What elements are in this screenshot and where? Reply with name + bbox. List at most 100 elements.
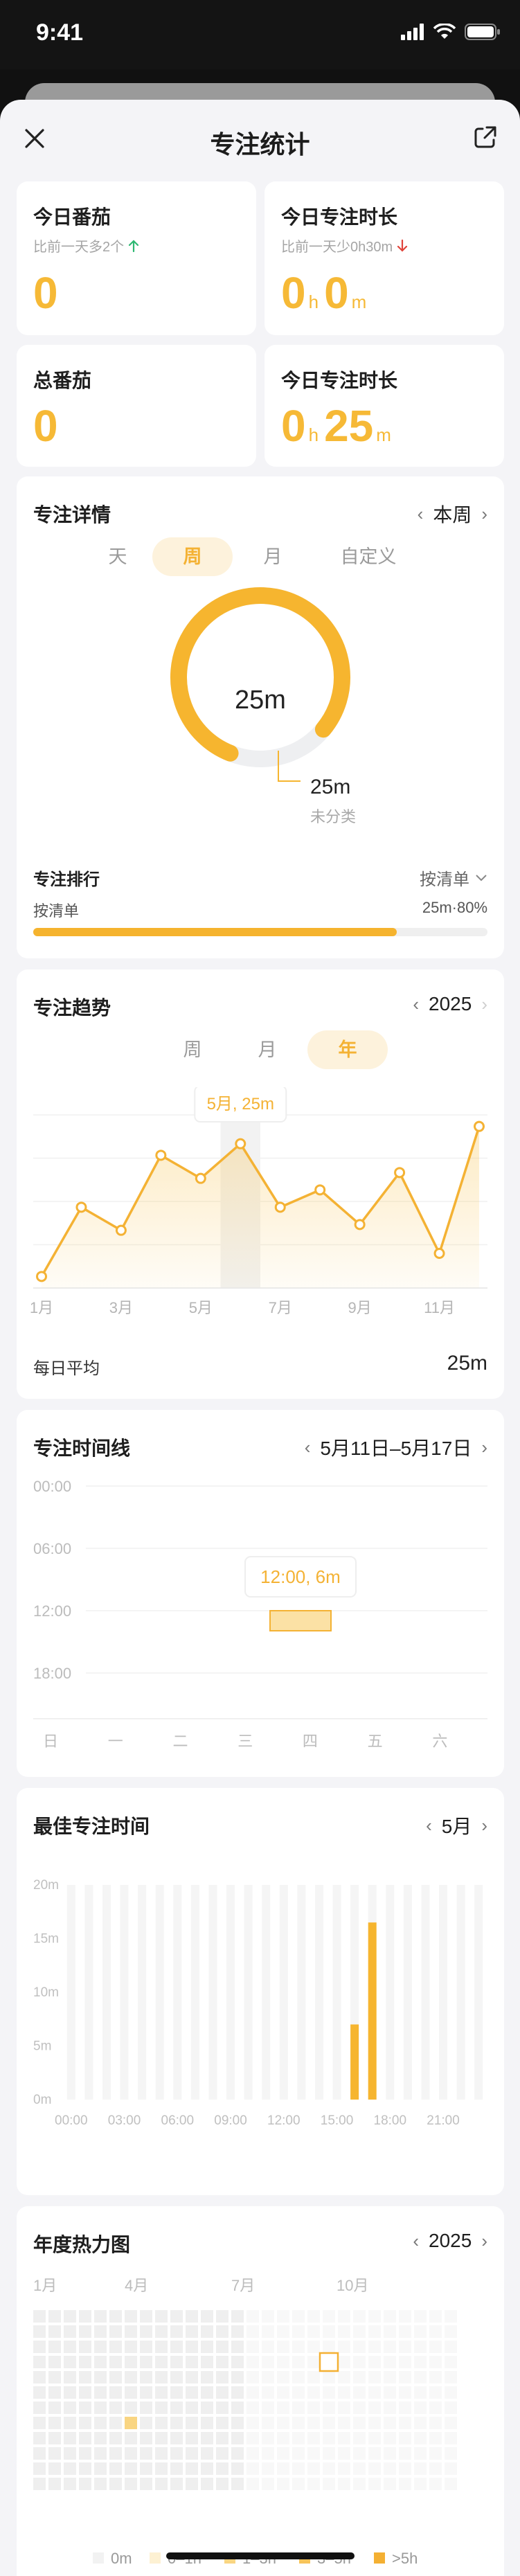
heatmap-cell — [64, 2417, 76, 2429]
next-period-icon[interactable]: › — [481, 503, 487, 525]
heatmap-cell — [338, 2478, 350, 2490]
heatmap-cell — [384, 2462, 396, 2475]
heatmap-cell — [246, 2325, 259, 2338]
heatmap-cell — [48, 2371, 61, 2383]
best-bar-slot-16 — [350, 2024, 359, 2100]
heatmap-cell — [33, 2356, 46, 2368]
heatmap-cell — [170, 2356, 183, 2368]
trend-tab-1[interactable]: 月 — [227, 1030, 307, 1069]
best-bar-track — [403, 1885, 412, 2100]
heatmap-cell — [216, 2310, 228, 2323]
heatmap-cell — [384, 2417, 396, 2429]
ranking-title: 专注排行 — [33, 870, 100, 889]
heatmap-cell — [186, 2310, 198, 2323]
heatmap-cell — [64, 2356, 76, 2368]
today-pomodoro-compare-text: 比前一天多2个 — [33, 240, 125, 255]
next-month-icon[interactable]: › — [481, 1815, 487, 1836]
heatmap-cell — [338, 2371, 350, 2383]
best-time-month: 5月 — [441, 1816, 472, 1837]
heatmap-cell — [307, 2462, 320, 2475]
trend-point-7月 — [274, 1201, 286, 1213]
heatmap-cell — [384, 2371, 396, 2383]
prev-week-icon[interactable]: ‹ — [305, 1437, 311, 1458]
heatmap-cell — [33, 2325, 46, 2338]
heatmap-cell — [170, 2462, 183, 2475]
nav-bar: 专注统计 — [0, 100, 520, 176]
focus-detail-tabs: 天周月自定义 — [83, 537, 424, 576]
trend-point-12月 — [474, 1120, 485, 1132]
annual-heatmap-title: 年度热力图 — [33, 2234, 131, 2255]
detail-tab-1[interactable]: 周 — [152, 537, 233, 576]
heatmap-legend-label: 0m — [111, 2550, 132, 2567]
detail-tab-2[interactable]: 月 — [233, 537, 313, 576]
heatmap-cell — [94, 2386, 107, 2399]
trend-tab-0[interactable]: 周 — [158, 1030, 227, 1069]
heatmap-cell — [155, 2417, 168, 2429]
best-bar-track — [208, 1885, 217, 2100]
heatmap-cell — [216, 2371, 228, 2383]
trend-point-2月 — [75, 1201, 87, 1213]
heatmap-year-nav: ‹ 2025 › — [413, 2230, 487, 2252]
heatmap-cell — [368, 2371, 381, 2383]
heatmap-cell — [353, 2432, 366, 2444]
heatmap-cell — [414, 2341, 427, 2353]
ranking-sort-select[interactable]: 按清单 — [420, 866, 487, 890]
heatmap-cell — [445, 2371, 457, 2383]
heatmap-cell — [140, 2310, 152, 2323]
annual-heatmap: 1月4月7月10月0m0–1h1–3h3–5h>5h — [33, 2277, 457, 2567]
detail-tab-3[interactable]: 自定义 — [313, 537, 424, 576]
share-icon[interactable] — [472, 123, 499, 151]
best-x-label: 03:00 — [108, 2113, 141, 2128]
heatmap-cell — [414, 2310, 427, 2323]
heatmap-cell — [292, 2386, 305, 2399]
prev-heatmap-year-icon[interactable]: ‹ — [413, 2230, 419, 2252]
heatmap-cell — [201, 2401, 213, 2414]
heatmap-cell — [109, 2356, 122, 2368]
timeline-day-label: 四 — [303, 1733, 318, 1750]
heatmap-cell — [353, 2386, 366, 2399]
prev-year-icon[interactable]: ‹ — [413, 994, 419, 1015]
heatmap-cell — [201, 2325, 213, 2338]
heatmap-cell — [94, 2462, 107, 2475]
heatmap-month-label: 1月 — [33, 2277, 57, 2294]
next-heatmap-year-icon[interactable]: › — [481, 2230, 487, 2252]
prev-month-icon[interactable]: ‹ — [426, 1815, 432, 1836]
heatmap-cell — [155, 2462, 168, 2475]
uncategorized-label: 未分类 — [310, 808, 357, 825]
heatmap-cell — [353, 2462, 366, 2475]
next-year-icon[interactable]: › — [481, 994, 487, 1015]
cellular-signal-icon — [401, 24, 424, 40]
focus-detail-period: 本周 — [433, 504, 472, 526]
heatmap-cell — [262, 2478, 274, 2490]
best-bar-track — [190, 1885, 199, 2100]
heatmap-cell — [262, 2417, 274, 2429]
heatmap-cell — [125, 2341, 137, 2353]
heatmap-cell — [277, 2356, 289, 2368]
heatmap-cell — [323, 2417, 335, 2429]
heatmap-cell — [33, 2462, 46, 2475]
detail-tab-0[interactable]: 天 — [83, 537, 152, 576]
today-focus-card: 今日专注时长 比前一天少0h30m 0h0m — [265, 181, 504, 335]
heatmap-cell — [201, 2447, 213, 2460]
heatmap-cell — [307, 2325, 320, 2338]
next-week-icon[interactable]: › — [481, 1437, 487, 1458]
heatmap-cell — [140, 2447, 152, 2460]
heatmap-cell — [33, 2432, 46, 2444]
heatmap-cell — [186, 2401, 198, 2414]
heatmap-cell — [338, 2310, 350, 2323]
heatmap-cell — [48, 2341, 61, 2353]
heatmap-cell — [368, 2417, 381, 2429]
heatmap-cell — [338, 2401, 350, 2414]
heatmap-cell — [262, 2447, 274, 2460]
heatmap-cell — [445, 2386, 457, 2399]
focus-trend-chart: 1月 3月 5月 7月 9月 11月 5月, 25m — [30, 1087, 487, 1316]
heatmap-cell — [170, 2417, 183, 2429]
trend-tab-2[interactable]: 年 — [307, 1030, 388, 1069]
daily-average-value: 25m — [447, 1352, 487, 1375]
heatmap-cell — [186, 2447, 198, 2460]
heatmap-cell — [231, 2325, 244, 2338]
trend-point-4月 — [155, 1150, 167, 1161]
heatmap-cell — [246, 2462, 259, 2475]
prev-period-icon[interactable]: ‹ — [418, 503, 424, 525]
heatmap-cell — [246, 2401, 259, 2414]
